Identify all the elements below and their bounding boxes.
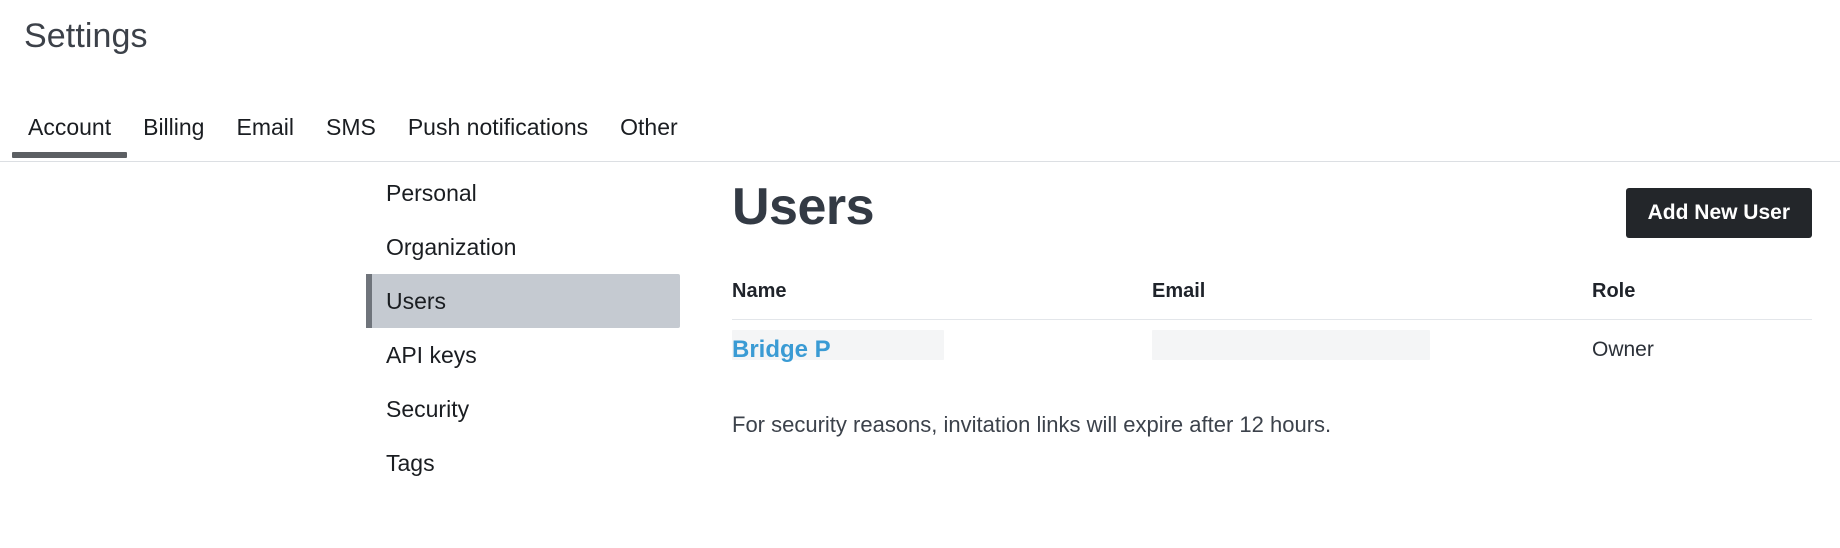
settings-sidebar: Personal Organization Users API keys Sec… [366, 166, 680, 490]
sidebar-item-label: Users [386, 274, 446, 328]
sidebar-item-tags[interactable]: Tags [366, 436, 680, 490]
column-header-name: Name [732, 280, 1152, 320]
users-table-head: Name Email Role [732, 280, 1812, 320]
sidebar-item-api-keys[interactable]: API keys [366, 328, 680, 382]
tab-other[interactable]: Other [604, 96, 694, 158]
settings-body: Personal Organization Users API keys Sec… [0, 166, 1840, 548]
user-name-link[interactable]: Bridge P [732, 336, 831, 363]
sidebar-item-organization[interactable]: Organization [366, 220, 680, 274]
settings-page: Settings Account Billing Email SMS Push … [0, 0, 1840, 548]
tab-sms[interactable]: SMS [310, 96, 392, 158]
users-table: Name Email Role Bridge P [732, 280, 1812, 382]
cell-role: Owner [1592, 320, 1812, 383]
cell-name: Bridge P [732, 320, 1152, 383]
invitation-expiry-note: For security reasons, invitation links w… [732, 410, 1812, 440]
sidebar-item-label: Organization [386, 220, 516, 274]
sidebar-item-label: Personal [386, 166, 477, 220]
sidebar-item-label: Security [386, 382, 469, 436]
tab-email[interactable]: Email [220, 96, 310, 158]
column-header-email: Email [1152, 280, 1592, 320]
sidebar-item-personal[interactable]: Personal [366, 166, 680, 220]
tab-list: Account Billing Email SMS Push notificat… [12, 96, 694, 162]
column-header-role: Role [1592, 280, 1812, 320]
users-header: Users Add New User [732, 166, 1812, 258]
page-title: Settings [24, 14, 148, 58]
sidebar-item-label: API keys [386, 328, 477, 382]
add-new-user-button[interactable]: Add New User [1626, 188, 1812, 238]
sidebar-item-label: Tags [386, 436, 435, 490]
users-heading: Users [732, 176, 874, 238]
users-panel: Users Add New User Name Email Role [732, 166, 1812, 440]
redaction-block-email [1152, 330, 1430, 360]
tab-account[interactable]: Account [12, 96, 127, 158]
cell-email [1152, 320, 1592, 383]
tab-bar-divider [0, 161, 1840, 162]
tab-push-notifications[interactable]: Push notifications [392, 96, 604, 158]
tab-bar: Account Billing Email SMS Push notificat… [0, 96, 1840, 162]
sidebar-item-users[interactable]: Users [366, 274, 680, 328]
table-row: Bridge P Owner [732, 320, 1812, 383]
sidebar-item-security[interactable]: Security [366, 382, 680, 436]
users-table-body: Bridge P Owner [732, 320, 1812, 383]
tab-billing[interactable]: Billing [127, 96, 220, 158]
table-header-row: Name Email Role [732, 280, 1812, 320]
